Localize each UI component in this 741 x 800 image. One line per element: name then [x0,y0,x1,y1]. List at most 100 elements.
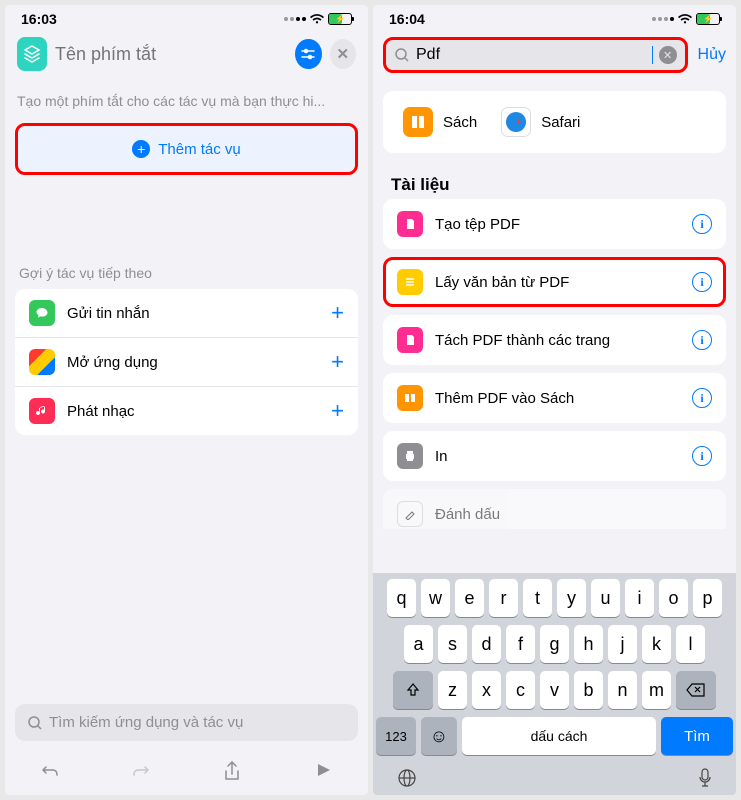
app-label: Safari [541,114,580,131]
backspace-icon [686,683,706,697]
undo-button[interactable] [30,761,70,783]
status-time: 16:04 [389,11,425,27]
return-key[interactable]: Tìm [661,717,733,755]
space-key[interactable]: dấu cách [462,717,656,755]
results-scroll[interactable]: Sách Safari Tài liệu Tạo tệp PDF i Lấy v… [373,81,736,573]
close-button[interactable]: ✕ [330,39,356,69]
shift-key[interactable] [393,671,433,709]
redo-button[interactable] [121,761,161,783]
shortcut-title-input[interactable] [55,44,287,65]
wifi-icon [677,13,693,25]
key-q[interactable]: q [387,579,416,617]
battery-icon: ⚡ [328,13,352,25]
key-y[interactable]: y [557,579,586,617]
key-e[interactable]: e [455,579,484,617]
plus-icon: + [331,349,344,375]
document-icon [397,211,423,237]
key-s[interactable]: s [438,625,467,663]
suggestions-title: Gợi ý tác vụ tiếp theo [5,245,368,285]
share-button[interactable] [212,761,252,783]
action-label: Thêm PDF vào Sách [435,390,680,407]
info-button[interactable]: i [692,272,712,292]
action-label: In [435,448,680,465]
action-print[interactable]: In i [383,431,726,481]
clear-search-button[interactable]: ✕ [659,46,677,64]
key-t[interactable]: t [523,579,552,617]
search-header: ✕ Hủy [373,29,736,81]
undo-icon [39,761,61,783]
key-x[interactable]: x [472,671,501,709]
apps-icon [29,349,55,375]
globe-icon [396,767,418,789]
shift-icon [405,682,421,698]
suggestion-list: Gửi tin nhắn + Mở ứng dụng + Phát nhạc + [15,289,358,435]
suggestion-item-app[interactable]: Mở ứng dụng + [15,338,358,387]
key-v[interactable]: v [540,671,569,709]
keyboard-row-4: 123 ☺ dấu cách Tìm [376,717,733,755]
key-u[interactable]: u [591,579,620,617]
search-input[interactable]: Tìm kiếm ứng dụng và tác vụ [15,704,358,741]
key-l[interactable]: l [676,625,705,663]
documents-section-title: Tài liệu [373,163,736,199]
key-a[interactable]: a [404,625,433,663]
info-button[interactable]: i [692,330,712,350]
redo-icon [130,761,152,783]
shortcut-description: Tạo một phím tắt cho các tác vụ mà bạn t… [5,79,368,123]
key-k[interactable]: k [642,625,671,663]
key-n[interactable]: n [608,671,637,709]
status-icons: ⚡ [284,13,352,25]
globe-button[interactable] [396,767,418,789]
bottom-toolbar [5,751,368,795]
key-r[interactable]: r [489,579,518,617]
key-i[interactable]: i [625,579,654,617]
search-placeholder: Tìm kiếm ứng dụng và tác vụ [49,714,243,731]
search-input[interactable] [416,46,650,64]
suggestion-label: Phát nhạc [67,403,319,420]
suggestion-item-message[interactable]: Gửi tin nhắn + [15,289,358,338]
app-books[interactable]: Sách [403,107,477,137]
key-b[interactable]: b [574,671,603,709]
dictation-button[interactable] [697,767,713,789]
key-o[interactable]: o [659,579,688,617]
key-h[interactable]: h [574,625,603,663]
safari-icon [501,107,531,137]
add-action-button[interactable]: + Thêm tác vụ [15,123,358,175]
key-m[interactable]: m [642,671,671,709]
music-icon [29,398,55,424]
numeric-key[interactable]: 123 [376,717,416,755]
action-split-pdf[interactable]: Tách PDF thành các trang i [383,315,726,365]
app-safari[interactable]: Safari [501,107,580,137]
suggestion-item-music[interactable]: Phát nhạc + [15,387,358,435]
action-extract-text[interactable]: Lấy văn bản từ PDF i [383,257,726,307]
backspace-key[interactable] [676,671,716,709]
play-icon [314,761,332,779]
key-z[interactable]: z [438,671,467,709]
key-d[interactable]: d [472,625,501,663]
action-label: Đánh dấu [435,506,712,523]
action-label: Tạo tệp PDF [435,216,680,233]
cancel-button[interactable]: Hủy [698,46,726,64]
key-w[interactable]: w [421,579,450,617]
action-create-pdf[interactable]: Tạo tệp PDF i [383,199,726,249]
emoji-key[interactable]: ☺ [421,717,457,755]
battery-icon: ⚡ [696,13,720,25]
run-button[interactable] [303,761,343,783]
books-icon [397,385,423,411]
key-p[interactable]: p [693,579,722,617]
info-button[interactable]: i [692,446,712,466]
action-add-to-books[interactable]: Thêm PDF vào Sách i [383,373,726,423]
info-button[interactable]: i [692,214,712,234]
key-c[interactable]: c [506,671,535,709]
key-j[interactable]: j [608,625,637,663]
action-markup[interactable]: Đánh dấu [383,489,726,529]
key-f[interactable]: f [506,625,535,663]
action-label: Tách PDF thành các trang [435,332,680,349]
document-icon [397,327,423,353]
key-g[interactable]: g [540,625,569,663]
settings-button[interactable] [295,39,321,69]
suggestion-label: Mở ứng dụng [67,354,319,371]
plus-icon: + [331,300,344,326]
status-bar: 16:04 ⚡ [373,5,736,29]
print-icon [397,443,423,469]
info-button[interactable]: i [692,388,712,408]
